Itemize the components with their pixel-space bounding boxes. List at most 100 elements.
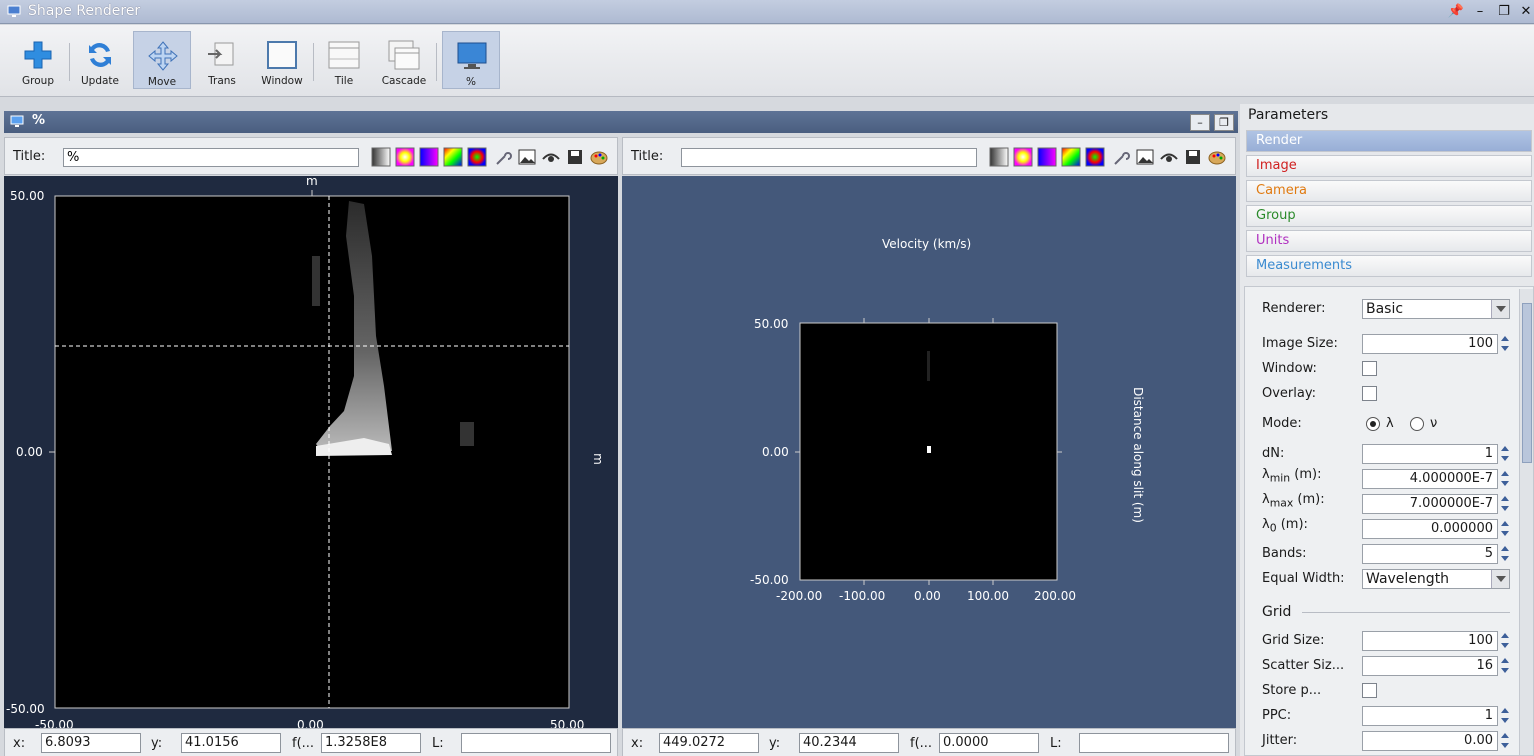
equal-width-value: Wavelength — [1366, 571, 1450, 587]
right-plot-area: Velocity (km/s) Distance along slit (m) … — [622, 176, 1236, 728]
window-button-label: Window — [261, 75, 303, 87]
tab-units[interactable]: Units — [1246, 230, 1532, 252]
scatter-size-spinner[interactable] — [1499, 656, 1511, 676]
image-size-spinner[interactable] — [1499, 334, 1511, 354]
image-size-field[interactable]: 100 — [1362, 334, 1498, 354]
palette-icon[interactable] — [589, 147, 609, 167]
lambda-unit: (m): — [1276, 517, 1308, 532]
settings-scrollbar[interactable] — [1519, 289, 1533, 755]
save-icon[interactable] — [1183, 147, 1203, 167]
lambda-unit: (m): — [1293, 492, 1325, 507]
grid-size-spinner[interactable] — [1499, 631, 1511, 651]
toolbar-separator — [436, 43, 437, 81]
tab-camera[interactable]: Camera — [1246, 180, 1532, 202]
app-monitor-icon — [7, 5, 21, 17]
tab-render-label: Render — [1256, 133, 1303, 148]
grid-divider — [1302, 612, 1510, 613]
close-button[interactable]: ✕ — [1516, 3, 1534, 21]
bands-field[interactable]: 5 — [1362, 544, 1498, 564]
left-l-value — [461, 733, 611, 753]
renderer-select[interactable]: Basic — [1362, 299, 1510, 319]
scatter-size-field[interactable]: 16 — [1362, 656, 1498, 676]
jitter-spinner[interactable] — [1499, 731, 1511, 751]
lambda-min-subscript: min — [1269, 471, 1291, 485]
image-icon[interactable] — [517, 147, 537, 167]
ppc-spinner[interactable] — [1499, 706, 1511, 726]
image-icon[interactable] — [1135, 147, 1155, 167]
lambda-min-label: λmin (m): — [1262, 467, 1321, 485]
left-y-value: 41.0156 — [181, 733, 281, 753]
tile-button[interactable]: Tile — [315, 31, 373, 89]
maximize-button[interactable]: ❐ — [1494, 3, 1514, 21]
spectrum-colormap-icon[interactable] — [443, 147, 463, 167]
bands-spinner[interactable] — [1499, 544, 1511, 564]
lambda-zero-spinner[interactable] — [1499, 519, 1511, 539]
jitter-field[interactable]: 0.00 — [1362, 731, 1498, 751]
overlay-checkbox[interactable] — [1362, 386, 1377, 401]
minimize-button[interactable]: – — [1470, 3, 1490, 21]
trans-button[interactable]: Trans — [193, 31, 251, 89]
grid-section-title: Grid — [1262, 604, 1292, 620]
mode-lambda-radio[interactable] — [1365, 416, 1381, 432]
grayscale-colormap-icon[interactable] — [371, 147, 391, 167]
lambda-symbol: λ — [1262, 517, 1270, 532]
store-checkbox[interactable] — [1362, 683, 1377, 698]
right-title-input[interactable] — [681, 148, 977, 167]
lambda-zero-subscript: 0 — [1269, 521, 1277, 535]
frame-restore-button[interactable]: ❐ — [1214, 114, 1234, 131]
eye-icon[interactable] — [541, 147, 561, 167]
lambda-max-field[interactable]: 7.000000E-7 — [1362, 494, 1498, 514]
grayscale-colormap-icon[interactable] — [989, 147, 1009, 167]
left-title-label: Title: — [13, 149, 46, 164]
spectrum-colormap-icon[interactable] — [1061, 147, 1081, 167]
wrench-icon[interactable] — [493, 147, 513, 167]
frame-minimize-button[interactable]: – — [1190, 114, 1210, 131]
group-button[interactable]: Group — [9, 31, 67, 89]
tab-render[interactable]: Render — [1246, 130, 1532, 152]
tab-camera-label: Camera — [1256, 183, 1308, 198]
rainbow-colormap-icon[interactable] — [395, 147, 415, 167]
pin-icon[interactable]: 📌 — [1446, 3, 1466, 21]
tab-measurements[interactable]: Measurements — [1246, 255, 1532, 277]
rainbow-colormap-icon[interactable] — [1013, 147, 1033, 167]
tab-image[interactable]: Image — [1246, 155, 1532, 177]
group-button-label: Group — [22, 75, 54, 87]
tab-group[interactable]: Group — [1246, 205, 1532, 227]
hue-colormap-icon[interactable] — [467, 147, 487, 167]
hue-colormap-icon[interactable] — [1085, 147, 1105, 167]
ppc-label: PPC: — [1262, 708, 1292, 723]
palette-icon[interactable] — [1207, 147, 1227, 167]
mode-nu-radio[interactable] — [1409, 416, 1425, 432]
window-button[interactable]: Window — [253, 31, 311, 89]
move-button[interactable]: Move — [133, 31, 191, 89]
jitter-label: Jitter: — [1262, 733, 1298, 748]
lambda-min-spinner[interactable] — [1499, 469, 1511, 489]
eye-icon[interactable] — [1159, 147, 1179, 167]
bands-label: Bands: — [1262, 546, 1307, 561]
image-size-label: Image Size: — [1262, 336, 1338, 351]
lambda-max-spinner[interactable] — [1499, 494, 1511, 514]
dn-field[interactable]: 1 — [1362, 444, 1498, 464]
magenta-colormap-icon[interactable] — [419, 147, 439, 167]
frame-percent-button[interactable]: % — [442, 31, 500, 89]
left-title-input[interactable] — [63, 148, 359, 167]
left-y-label: y: — [151, 736, 163, 751]
cascade-button[interactable]: Cascade — [375, 31, 433, 89]
ppc-field[interactable]: 1 — [1362, 706, 1498, 726]
toolbar-separator — [313, 43, 314, 81]
scrollbar-thumb[interactable] — [1522, 303, 1532, 463]
toolbar-separator — [69, 43, 70, 81]
window-checkbox[interactable] — [1362, 361, 1377, 376]
dn-spinner[interactable] — [1499, 444, 1511, 464]
update-button[interactable]: Update — [71, 31, 129, 89]
magenta-colormap-icon[interactable] — [1037, 147, 1057, 167]
lambda-zero-field[interactable]: 0.000000 — [1362, 519, 1498, 539]
lambda-min-field[interactable]: 4.000000E-7 — [1362, 469, 1498, 489]
save-icon[interactable] — [565, 147, 585, 167]
grid-size-field[interactable]: 100 — [1362, 631, 1498, 651]
tile-icon — [328, 41, 360, 69]
wrench-icon[interactable] — [1111, 147, 1131, 167]
right-y-value: 40.2344 — [799, 733, 899, 753]
lambda-unit: (m): — [1290, 467, 1322, 482]
equal-width-select[interactable]: Wavelength — [1362, 569, 1510, 589]
